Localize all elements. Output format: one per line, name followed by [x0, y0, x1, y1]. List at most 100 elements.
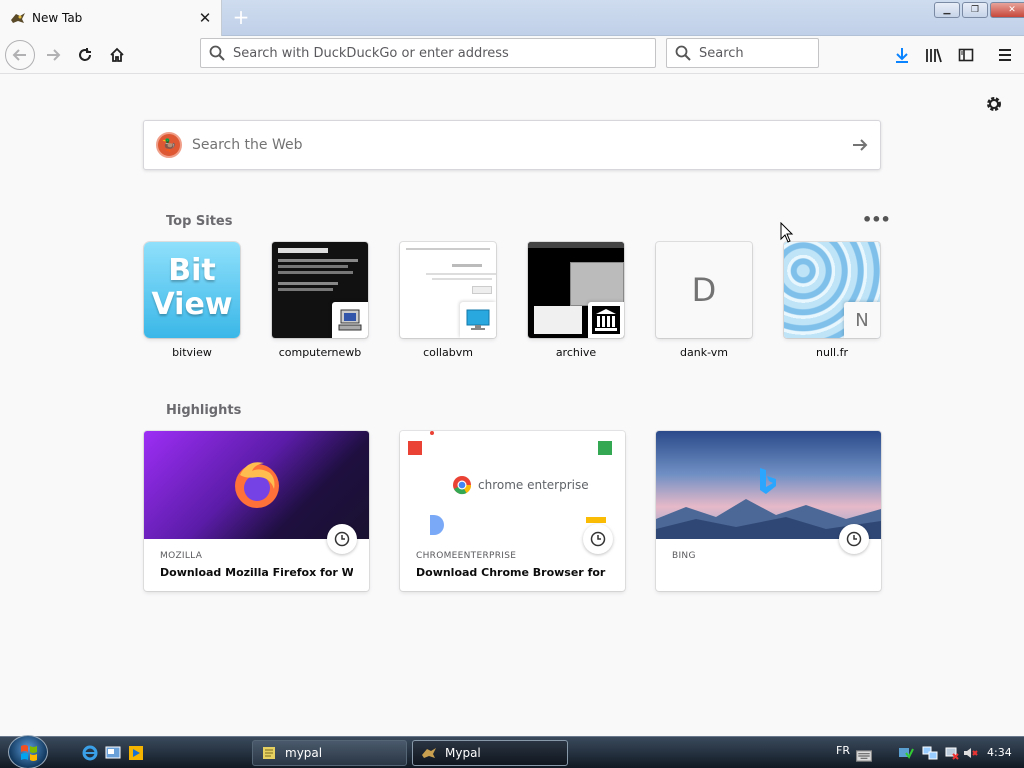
collabvm-thumbnail [400, 242, 496, 338]
sidebar-icon [958, 48, 974, 62]
download-icon [896, 48, 908, 63]
window-close-icon[interactable]: ✕ [990, 2, 1024, 18]
search-bar[interactable]: Search [666, 38, 819, 68]
forward-arrow-icon [47, 49, 61, 61]
top-site-label: collabvm [423, 346, 473, 359]
web-search-box[interactable]: 🦆 Search the Web [143, 120, 881, 170]
start-button[interactable] [8, 735, 48, 768]
minimize-icon[interactable]: ▁ [934, 2, 960, 18]
tab-new-tab[interactable]: New Tab ✕ [0, 0, 222, 36]
network-icon[interactable] [922, 745, 938, 761]
null-fr-thumbnail: N [784, 242, 880, 338]
network-disconnected-icon[interactable] [944, 745, 960, 761]
archive-building-icon [588, 302, 624, 338]
home-icon [110, 47, 124, 62]
tab-strip: New Tab ✕ + ▁ ❐ ✕ [0, 0, 1024, 36]
chromeenterprise-highlight-image: chrome enterprise [400, 431, 625, 554]
history-clock-icon [327, 524, 357, 554]
language-indicator[interactable]: FR [836, 744, 850, 757]
mypal-logo-icon [422, 748, 436, 758]
computernewb-thumbnail [272, 242, 368, 338]
search-submit-button[interactable] [840, 137, 880, 153]
computer-icon [332, 302, 368, 338]
bing-highlight-image [656, 431, 881, 554]
keyboard-icon[interactable] [856, 748, 872, 764]
new-tab-button[interactable]: + [228, 4, 254, 30]
highlight-title: Download Mozilla Firefox for Wi... [160, 566, 353, 579]
library-button[interactable] [919, 40, 949, 70]
highlight-title: Download Chrome Browser for ... [416, 566, 609, 579]
clock-time[interactable]: 4:34 [987, 746, 1012, 759]
search-icon [675, 45, 691, 61]
taskbar-task-mypal-2[interactable]: Mypal [412, 740, 568, 766]
back-button[interactable] [5, 40, 35, 70]
history-clock-icon [839, 524, 869, 554]
internet-explorer-icon[interactable] [82, 745, 98, 761]
firefox-logo-icon [235, 462, 279, 508]
settings-gear-icon[interactable] [984, 94, 1004, 114]
restore-icon[interactable]: ❐ [962, 2, 988, 18]
mozilla-highlight-image [144, 431, 369, 554]
nav-bar: Search with DuckDuckGo or enter address … [0, 36, 1024, 74]
forward-button[interactable] [38, 40, 68, 70]
reload-button[interactable] [70, 40, 100, 70]
volume-muted-icon[interactable] [962, 745, 978, 761]
top-site-archive[interactable]: archive [528, 242, 624, 359]
top-site-label: computernewb [278, 346, 362, 359]
top-site-dank-vm[interactable]: D dank-vm [656, 242, 752, 359]
bitview-logo-line2: View [151, 287, 233, 322]
taskbar-task-label: mypal [285, 746, 323, 760]
media-player-icon[interactable] [128, 745, 144, 761]
top-site-bitview[interactable]: Bit View bitview [144, 242, 240, 359]
tab-title: New Tab [32, 11, 83, 25]
security-center-icon[interactable] [898, 745, 914, 761]
null-fr-letter-badge: N [844, 302, 880, 338]
url-bar[interactable]: Search with DuckDuckGo or enter address [200, 38, 656, 68]
top-site-label: null.fr [816, 346, 848, 359]
highlight-card-bing[interactable]: BING [656, 431, 881, 591]
top-site-label: archive [555, 346, 597, 359]
mypal-logo-icon [11, 13, 25, 23]
chrome-logo-icon [453, 476, 472, 495]
taskbar-task-mypal-1[interactable]: mypal [252, 740, 407, 766]
mypal-window-icon [263, 747, 275, 759]
top-site-label: bitview [172, 346, 212, 359]
top-site-computernewb[interactable]: computernewb [272, 242, 368, 359]
monitor-icon [460, 302, 496, 338]
chrome-enterprise-logo-text: chrome enterprise [478, 478, 589, 492]
top-site-null-fr[interactable]: N null.fr [784, 242, 880, 359]
highlight-card-chromeenterprise[interactable]: chrome enterprise CHROMEENTERPRISE Downl… [400, 431, 625, 591]
url-placeholder: Search with DuckDuckGo or enter address [233, 45, 509, 61]
downloads-button[interactable] [887, 40, 917, 70]
sidebar-button[interactable] [951, 40, 981, 70]
hamburger-menu-icon [999, 49, 1011, 61]
top-site-label: dank-vm [680, 346, 728, 359]
bitview-thumbnail: Bit View [144, 242, 240, 338]
mouse-cursor-icon [780, 222, 794, 243]
archive-thumbnail [528, 242, 624, 338]
taskbar-task-label: Mypal [445, 746, 481, 760]
bing-logo-icon [760, 468, 776, 494]
dank-vm-letter: D [691, 271, 717, 309]
reload-icon [79, 48, 91, 61]
back-arrow-icon [12, 49, 26, 61]
highlight-card-mozilla[interactable]: MOZILLA Download Mozilla Firefox for Wi.… [144, 431, 369, 591]
top-sites-title: Top Sites [166, 214, 233, 229]
bitview-logo-line1: Bit [168, 253, 216, 288]
menu-button[interactable] [990, 40, 1020, 70]
home-button[interactable] [102, 40, 132, 70]
search-icon [209, 45, 225, 61]
duckduckgo-logo-icon: 🦆 [156, 132, 182, 158]
history-clock-icon [583, 524, 613, 554]
web-search-placeholder: Search the Web [192, 137, 303, 153]
dank-vm-thumbnail: D [656, 242, 752, 338]
close-tab-icon[interactable]: ✕ [195, 8, 215, 28]
arrow-right-icon [853, 139, 868, 151]
more-options-icon[interactable]: ••• [862, 210, 891, 229]
show-desktop-icon[interactable] [105, 745, 121, 761]
taskbar: mypal Mypal FR 4:34 [0, 735, 1024, 768]
top-site-collabvm[interactable]: collabvm [400, 242, 496, 359]
search-placeholder: Search [699, 45, 744, 61]
window-controls: ▁ ❐ ✕ [934, 2, 1024, 18]
windows-logo-icon [21, 745, 37, 761]
